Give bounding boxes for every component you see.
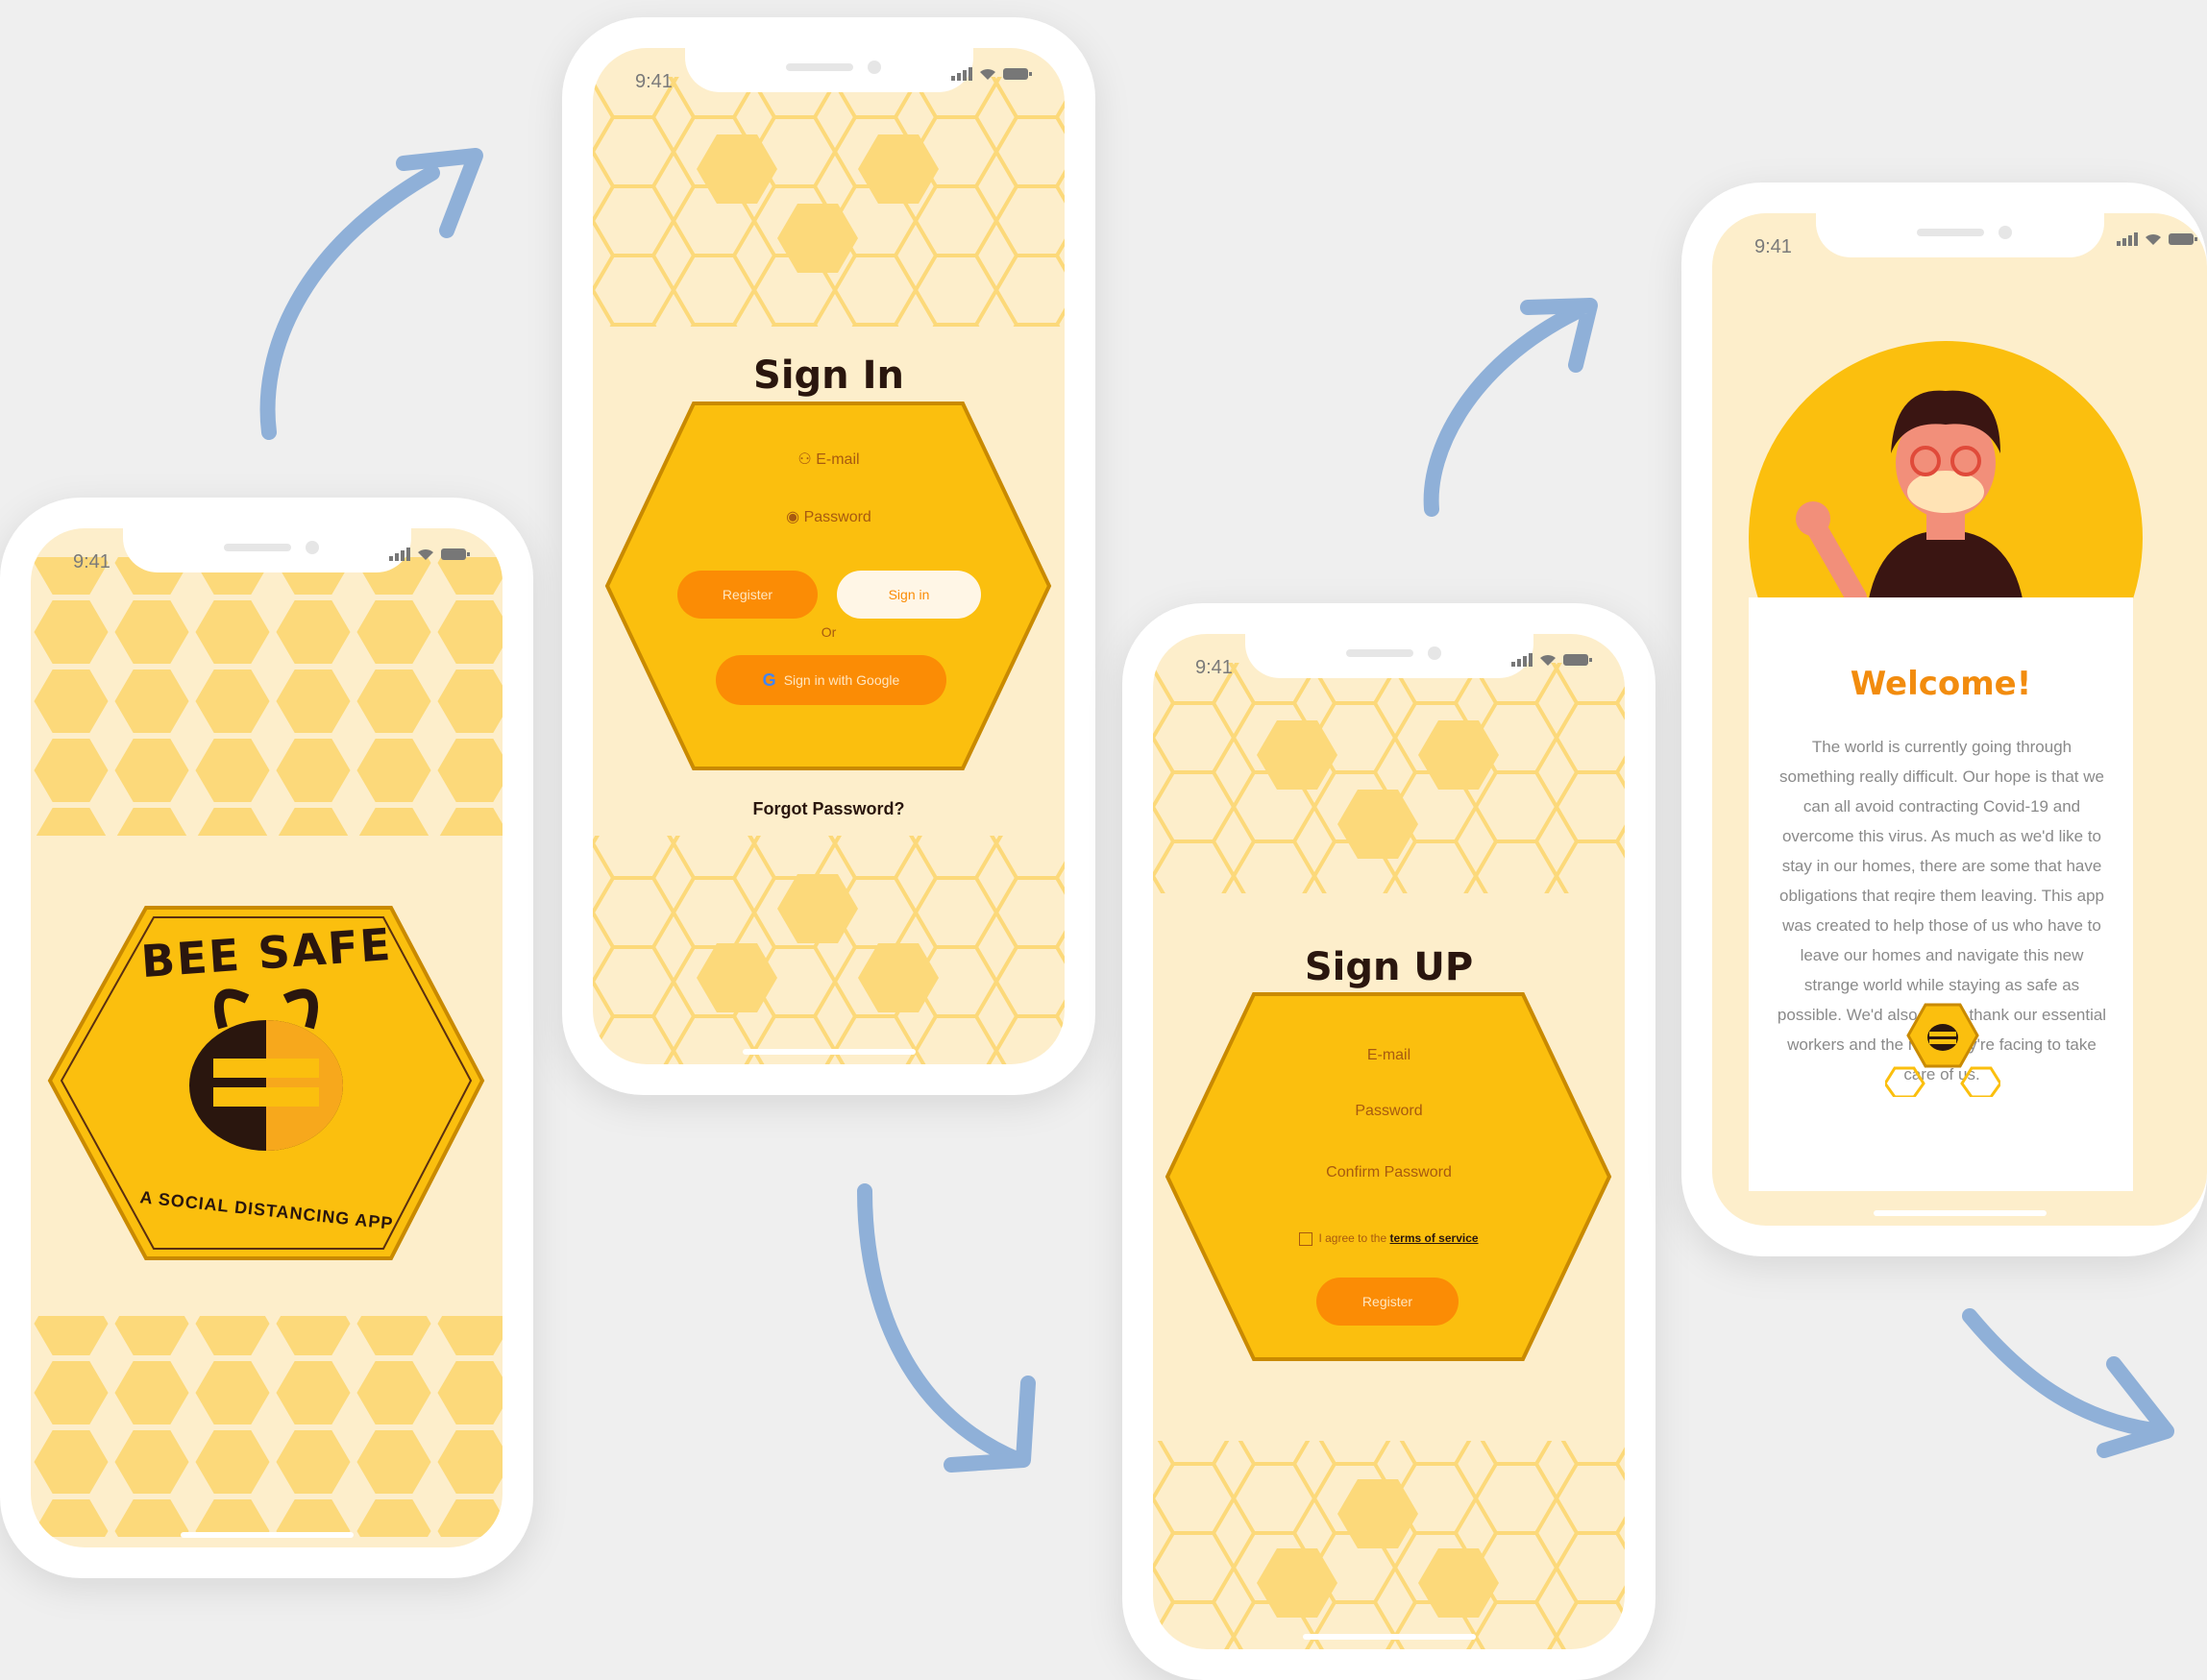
notch <box>684 48 973 92</box>
signal-icon <box>389 548 410 561</box>
sign-up-screen: 9:41 Sign UP E-mail Password Confirm Pas… <box>1153 634 1625 1649</box>
wifi-icon <box>2146 233 2161 245</box>
flow-arrow-1-icon <box>259 148 483 440</box>
notch <box>1815 213 2104 257</box>
email-field[interactable]: E-mail <box>1153 1047 1625 1064</box>
battery-icon <box>1563 654 1592 666</box>
notch <box>1244 634 1533 678</box>
terms-checkbox[interactable] <box>1299 1231 1313 1246</box>
password-placeholder: Password <box>803 509 871 525</box>
password-field[interactable]: ◉ Password <box>593 507 1065 526</box>
welcome-screen: 9:41 Welcome! The world is currently goi… <box>1712 213 2207 1226</box>
flow-arrow-2-icon <box>857 1183 1036 1473</box>
email-field[interactable]: ⚇ E-mail <box>593 450 1065 469</box>
sign-in-hexagon <box>604 402 1052 770</box>
phone-welcome: 9:41 Welcome! The world is currently goi… <box>1681 183 2207 1256</box>
register-button[interactable]: Register <box>677 571 818 619</box>
flow-arrow-3-icon <box>1423 298 1598 517</box>
status-time: 9:41 <box>635 71 673 92</box>
battery-icon <box>441 548 470 560</box>
lock-icon: ◉ <box>786 509 804 525</box>
splash-screen: 9:41 BEE SAFE A SOCIAL DISTANCING APP <box>31 528 503 1547</box>
signal-icon <box>2117 232 2138 246</box>
home-indicator <box>1302 1634 1476 1640</box>
status-icons <box>1511 653 1592 667</box>
signal-icon <box>1511 653 1533 667</box>
home-indicator <box>742 1049 916 1055</box>
terms-prefix: I agree to the <box>1318 1231 1390 1245</box>
bee-safe-logo <box>47 906 485 1260</box>
bee-hex-icon <box>1885 1003 2000 1097</box>
register-button[interactable]: Register <box>1316 1278 1459 1326</box>
forgot-password-link[interactable]: Forgot Password? <box>593 799 1065 819</box>
status-icons <box>2117 232 2197 246</box>
user-icon: ⚇ <box>797 451 817 468</box>
notch <box>122 528 411 572</box>
signal-icon <box>951 67 972 81</box>
sign-up-hexagon <box>1165 992 1612 1361</box>
google-label: Sign in with Google <box>783 672 900 688</box>
status-time: 9:41 <box>1195 657 1233 678</box>
wifi-icon <box>418 548 433 560</box>
confirm-password-field[interactable]: Confirm Password <box>1153 1164 1625 1181</box>
phone-sign-up: 9:41 Sign UP E-mail Password Confirm Pas… <box>1122 603 1655 1680</box>
terms-row: I agree to the terms of service <box>1153 1231 1625 1246</box>
terms-link[interactable]: terms of service <box>1390 1231 1479 1245</box>
sign-in-button[interactable]: Sign in <box>837 571 981 619</box>
google-icon: G <box>762 670 776 690</box>
phone-sign-in: 9:41 Sign In ⚇ E-mail ◉ Password Registe… <box>562 17 1095 1095</box>
wifi-icon <box>980 68 995 80</box>
sign-in-screen: 9:41 Sign In ⚇ E-mail ◉ Password Registe… <box>593 48 1065 1064</box>
battery-icon <box>2169 233 2197 245</box>
google-sign-in-button[interactable]: G Sign in with Google <box>716 655 946 705</box>
email-placeholder: E-mail <box>816 451 860 468</box>
status-time: 9:41 <box>1754 236 1792 257</box>
status-time: 9:41 <box>73 551 110 572</box>
home-indicator <box>1873 1210 2047 1216</box>
battery-icon <box>1003 68 1032 80</box>
flow-arrow-4-icon <box>1962 1308 2174 1458</box>
phone-splash: 9:41 BEE SAFE A SOCIAL DISTANCING APP <box>0 498 533 1578</box>
status-icons <box>951 67 1032 81</box>
or-label: Or <box>821 624 837 640</box>
password-field[interactable]: Password <box>1153 1103 1625 1120</box>
status-icons <box>389 548 470 561</box>
home-indicator <box>180 1532 354 1538</box>
welcome-title: Welcome! <box>1850 665 2032 703</box>
wifi-icon <box>1540 654 1556 666</box>
